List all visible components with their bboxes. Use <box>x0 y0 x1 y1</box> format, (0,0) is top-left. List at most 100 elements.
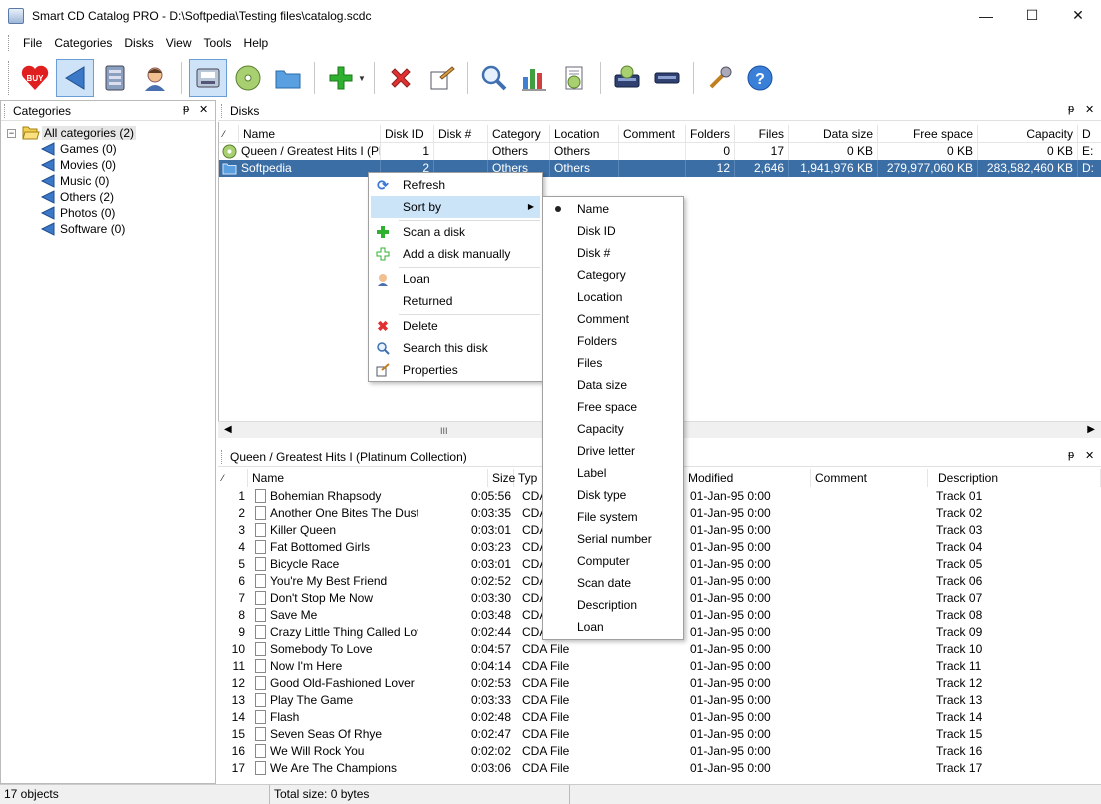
menu-item-returned[interactable]: Returned <box>371 290 540 312</box>
close-icon[interactable]: ✕ <box>1085 449 1094 462</box>
track-row[interactable]: 11 Now I'm Here 0:04:14 CDA File 01-Jan-95 0… <box>218 658 1101 675</box>
menu-help[interactable]: Help <box>238 31 275 55</box>
catalog-button[interactable] <box>96 59 134 97</box>
drive-button[interactable] <box>608 59 646 97</box>
tree-item-movies[interactable]: Movies (0) <box>40 157 116 173</box>
folder-button[interactable] <box>269 59 307 97</box>
tree-item-photos[interactable]: Photos (0) <box>40 205 115 221</box>
menu-disks[interactable]: Disks <box>118 31 159 55</box>
disk-row[interactable]: Softpedia 2 Others Others 12 2,646 1,941… <box>219 160 1101 177</box>
tree-item-others[interactable]: Others (2) <box>40 189 114 205</box>
tree-item-software[interactable]: Software (0) <box>40 221 125 237</box>
track-row[interactable]: 14 Flash 0:02:48 CDA File 01-Jan-95 0:00 Trac… <box>218 709 1101 726</box>
tree-item-music[interactable]: Music (0) <box>40 173 109 189</box>
chevron-down-icon[interactable]: ▼ <box>358 74 368 83</box>
close-icon[interactable]: ✕ <box>1085 103 1094 116</box>
sort-option[interactable]: Disk # <box>545 242 681 264</box>
sort-option[interactable]: Serial number <box>545 528 681 550</box>
column-header-drive[interactable]: D <box>1078 125 1101 143</box>
column-header-type[interactable]: Typ <box>514 469 544 487</box>
menu-item-scan-disk[interactable]: Scan a disk <box>371 221 540 243</box>
column-header-description[interactable]: Description <box>934 469 1101 487</box>
tools-button[interactable] <box>701 59 739 97</box>
pin-icon[interactable]: ᵽ <box>183 103 189 115</box>
menu-categories[interactable]: Categories <box>48 31 118 55</box>
sort-option[interactable]: Category <box>545 264 681 286</box>
pin-icon[interactable]: ᵽ <box>1068 449 1074 461</box>
menu-item-sort-by[interactable]: Sort by ▶ <box>371 196 540 218</box>
column-header-folders[interactable]: Folders <box>686 125 735 143</box>
back-button[interactable] <box>56 59 94 97</box>
column-header-name[interactable]: Name <box>248 469 488 487</box>
maximize-button[interactable]: ☐ <box>1009 0 1055 31</box>
column-header-disk-no[interactable]: Disk # <box>434 125 488 143</box>
add-disk-button[interactable] <box>322 59 360 97</box>
track-row[interactable]: 13 Play The Game 0:03:33 CDA File 01-Jan-95 … <box>218 692 1101 709</box>
column-header-size[interactable]: Size <box>488 469 515 487</box>
sort-option[interactable]: Drive letter <box>545 440 681 462</box>
menu-item-search-disk[interactable]: Search this disk <box>371 337 540 359</box>
eject-button[interactable] <box>648 59 686 97</box>
scan-button[interactable] <box>189 59 227 97</box>
sort-option[interactable]: Loan <box>545 616 681 638</box>
sort-option[interactable]: Folders <box>545 330 681 352</box>
sort-option[interactable]: Computer <box>545 550 681 572</box>
sort-option[interactable]: Name <box>545 198 681 220</box>
tree-item-all-categories[interactable]: − All categories (2) <box>7 125 137 141</box>
search-button[interactable] <box>475 59 513 97</box>
close-button[interactable]: ✕ <box>1055 0 1101 31</box>
sort-option[interactable]: Disk type <box>545 484 681 506</box>
column-header-comment[interactable]: Comment <box>811 469 928 487</box>
menu-item-properties[interactable]: Properties <box>371 359 540 381</box>
column-header-name[interactable]: Name <box>239 125 381 143</box>
loan-button[interactable] <box>136 59 174 97</box>
sort-option[interactable]: Files <box>545 352 681 374</box>
sort-option[interactable]: File system <box>545 506 681 528</box>
scroll-right-icon[interactable]: ▶ <box>1087 424 1095 435</box>
menu-item-add-disk-manually[interactable]: Add a disk manually <box>371 243 540 265</box>
track-row[interactable]: 15 Seven Seas Of Rhye 0:02:47 CDA File 01-Ja… <box>218 726 1101 743</box>
close-icon[interactable]: ✕ <box>199 103 208 116</box>
scroll-thumb[interactable]: III <box>440 426 448 436</box>
column-header-location[interactable]: Location <box>550 125 619 143</box>
sort-option[interactable]: Capacity <box>545 418 681 440</box>
menu-view[interactable]: View <box>160 31 198 55</box>
sort-option[interactable]: Scan date <box>545 572 681 594</box>
disk-button[interactable] <box>229 59 267 97</box>
sort-option[interactable]: Data size <box>545 374 681 396</box>
sort-option[interactable]: Description <box>545 594 681 616</box>
report-button[interactable] <box>555 59 593 97</box>
scroll-left-icon[interactable]: ◀ <box>224 424 232 435</box>
track-row[interactable]: 17 We Are The Champions 0:03:06 CDA File 01-… <box>218 760 1101 777</box>
column-header-free-space[interactable]: Free space <box>878 125 978 143</box>
sort-option[interactable]: Location <box>545 286 681 308</box>
menu-item-refresh[interactable]: ⟳ Refresh <box>371 174 540 196</box>
properties-button[interactable] <box>422 59 460 97</box>
column-header-capacity[interactable]: Capacity <box>978 125 1078 143</box>
column-header-disk-id[interactable]: Disk ID <box>381 125 434 143</box>
statistics-button[interactable] <box>515 59 553 97</box>
panel-grip[interactable] <box>4 104 7 118</box>
sort-option[interactable]: Free space <box>545 396 681 418</box>
tree-item-games[interactable]: Games (0) <box>40 141 117 157</box>
menu-item-delete[interactable]: ✖ Delete <box>371 315 540 337</box>
sort-option[interactable]: Disk ID <box>545 220 681 242</box>
panel-grip[interactable] <box>221 104 224 118</box>
track-row[interactable]: 12 Good Old-Fashioned Lover ... 0:02:53 CDA… <box>218 675 1101 692</box>
panel-grip[interactable] <box>221 450 224 464</box>
column-header-category[interactable]: Category <box>488 125 550 143</box>
minimize-button[interactable]: — <box>963 0 1009 31</box>
column-header-files[interactable]: Files <box>735 125 789 143</box>
menu-item-loan[interactable]: Loan <box>371 268 540 290</box>
column-header-modified[interactable]: Modified <box>684 469 811 487</box>
disk-row[interactable]: Queen / Greatest Hits I (Pl... 1 Others … <box>219 143 1101 160</box>
pin-icon[interactable]: ᵽ <box>1068 103 1074 115</box>
track-row[interactable]: 16 We Will Rock You 0:02:02 CDA File 01-Jan-… <box>218 743 1101 760</box>
buy-button[interactable]: BUY <box>16 59 54 97</box>
menu-tools[interactable]: Tools <box>198 31 238 55</box>
delete-button[interactable] <box>382 59 420 97</box>
collapse-icon[interactable]: − <box>7 128 16 138</box>
column-header-data-size[interactable]: Data size <box>789 125 878 143</box>
sort-option[interactable]: Label <box>545 462 681 484</box>
help-button[interactable]: ? <box>741 59 779 97</box>
